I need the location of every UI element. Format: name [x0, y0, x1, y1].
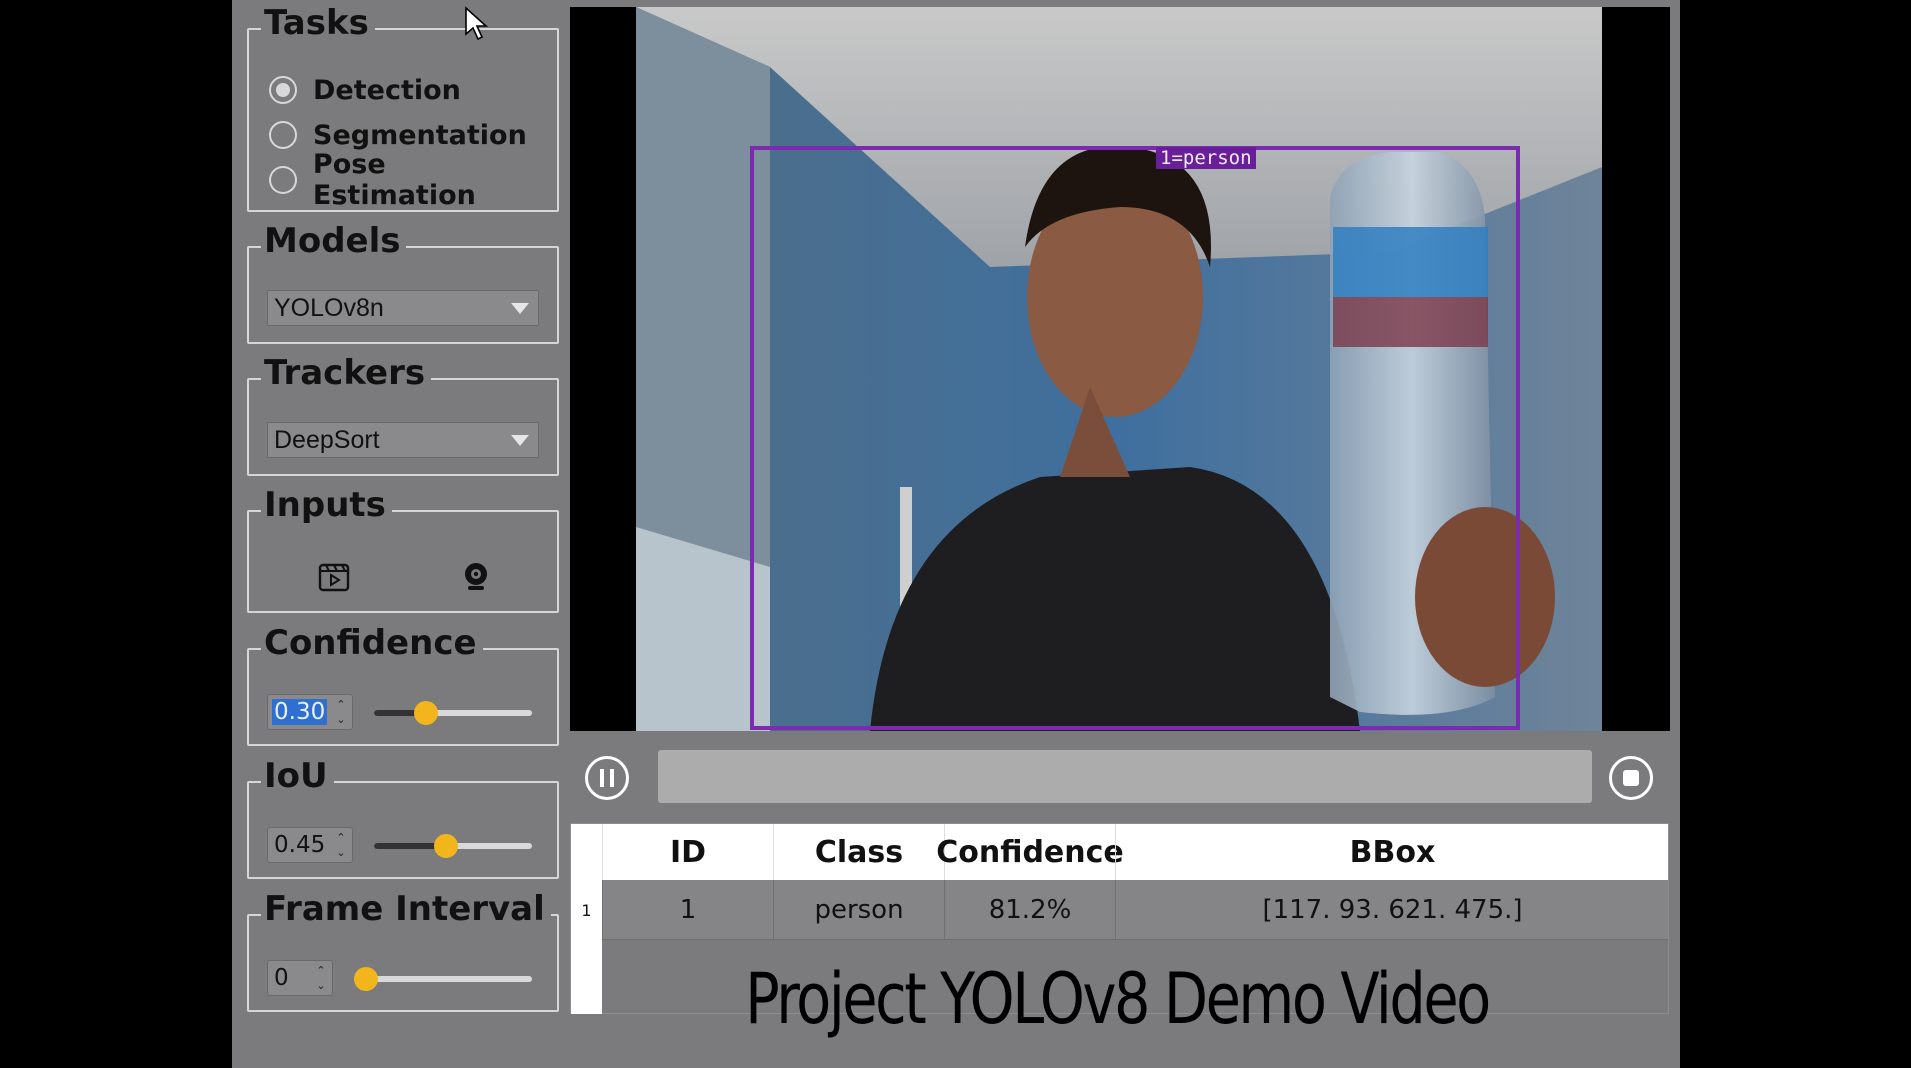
video-display: 1=person [570, 7, 1670, 731]
radio-label: Pose Estimation [312, 149, 476, 211]
row-header-empty [571, 940, 602, 1014]
models-group: Models YOLOv8n [247, 221, 559, 344]
confidence-title: Confidence [261, 623, 483, 663]
video-file-icon[interactable] [317, 560, 351, 594]
model-select[interactable]: YOLOv8n [267, 290, 539, 326]
frame-interval-title: Frame Interval [261, 889, 551, 929]
confidence-slider[interactable] [374, 701, 532, 725]
spin-arrows[interactable]: ⌃ ⌄ [334, 832, 348, 858]
app-window: Tasks Detection Segmentation Pose Estima… [232, 0, 1680, 1068]
stop-icon [1623, 770, 1639, 786]
cell-confidence[interactable]: 81.2% [944, 880, 1115, 940]
slider-handle[interactable] [354, 967, 378, 991]
table-row[interactable]: 1 1 person 81.2% [117. 93. 621. 475.] [571, 880, 1668, 940]
radio-pose-estimation[interactable]: Pose Estimation [269, 149, 557, 211]
video-frame [570, 7, 1670, 731]
model-select-value: YOLOv8n [274, 293, 384, 322]
detection-label: 1=person [1156, 147, 1256, 169]
table-header: ID Class Confidence BBox [571, 824, 1668, 880]
frame-interval-slider[interactable] [354, 967, 532, 991]
radio-button[interactable] [269, 76, 297, 104]
slider-handle[interactable] [414, 701, 439, 725]
column-header-bbox[interactable]: BBox [1115, 824, 1669, 880]
iou-value[interactable]: 0.45 [272, 832, 327, 858]
cell-bbox[interactable]: [117. 93. 621. 475.] [1115, 880, 1669, 940]
radio-label: Segmentation [313, 119, 527, 151]
confidence-spinbox[interactable]: 0.30 ⌃ ⌄ [267, 694, 353, 730]
trackers-title: Trackers [261, 353, 432, 393]
spin-arrows[interactable]: ⌃ ⌄ [314, 965, 328, 991]
inputs-title: Inputs [261, 485, 392, 525]
confidence-group: Confidence 0.30 ⌃ ⌄ [247, 623, 559, 746]
iou-slider[interactable] [374, 834, 532, 858]
confidence-value[interactable]: 0.30 [272, 699, 328, 725]
spin-arrows[interactable]: ⌃ ⌄ [334, 699, 348, 725]
inputs-group: Inputs [247, 485, 559, 613]
frame-interval-spinbox[interactable]: 0 ⌃ ⌄ [267, 960, 333, 996]
tasks-group: Tasks Detection Segmentation Pose Estima… [247, 3, 559, 212]
radio-label: Detection [313, 74, 461, 106]
cell-class[interactable]: person [773, 880, 944, 940]
cell-id[interactable]: 1 [602, 880, 773, 940]
radio-button[interactable] [269, 166, 297, 194]
pause-button[interactable] [585, 756, 629, 800]
row-number[interactable]: 1 [571, 880, 602, 940]
frame-interval-group: Frame Interval 0 ⌃ ⌄ [247, 889, 559, 1012]
trackers-group: Trackers DeepSort [247, 353, 559, 476]
chevron-down-icon[interactable] [502, 423, 538, 457]
tracker-select-value: DeepSort [274, 425, 380, 454]
iou-title: IoU [261, 756, 334, 796]
tasks-title: Tasks [261, 3, 375, 43]
models-title: Models [261, 221, 407, 261]
tracker-select[interactable]: DeepSort [267, 422, 539, 458]
stop-button[interactable] [1609, 756, 1653, 800]
webcam-icon[interactable] [459, 560, 493, 594]
pause-icon [600, 769, 614, 787]
video-caption: Project YOLOv8 Demo Video [745, 958, 1491, 1040]
frame-interval-value[interactable]: 0 [272, 965, 291, 991]
column-header-confidence[interactable]: Confidence [936, 824, 1124, 880]
radio-segmentation[interactable]: Segmentation [269, 117, 527, 153]
progress-bar[interactable] [658, 750, 1592, 803]
radio-detection[interactable]: Detection [269, 72, 461, 108]
column-header-id[interactable]: ID [602, 824, 773, 880]
iou-spinbox[interactable]: 0.45 ⌃ ⌄ [267, 827, 353, 863]
slider-handle[interactable] [434, 834, 459, 858]
mouse-cursor-icon [465, 6, 489, 41]
radio-button[interactable] [269, 121, 297, 149]
column-header-class[interactable]: Class [773, 824, 944, 880]
iou-group: IoU 0.45 ⌃ ⌄ [247, 756, 559, 879]
chevron-down-icon[interactable] [502, 291, 538, 325]
